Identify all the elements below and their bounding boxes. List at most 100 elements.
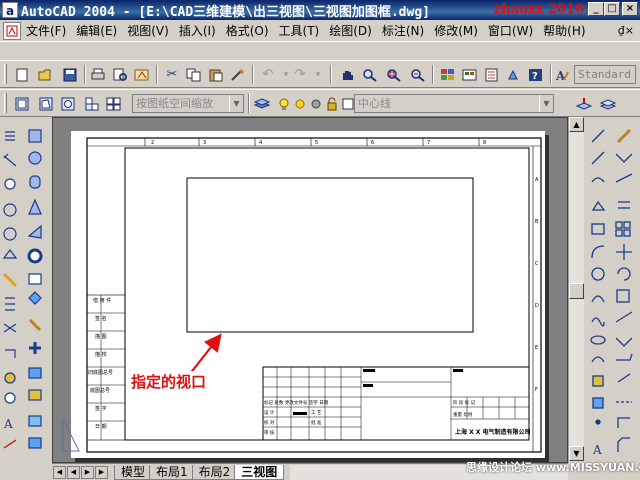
circle-icon <box>591 267 605 281</box>
properties-icon[interactable] <box>438 65 458 84</box>
pencil-icon <box>2 272 18 288</box>
setup-icon <box>28 389 42 401</box>
fillet-icon <box>617 417 630 428</box>
chevron-down-icon[interactable]: ▼ <box>539 95 553 112</box>
line-icon <box>591 129 605 143</box>
redo-icon[interactable]: ↷ <box>290 65 310 84</box>
snap-icon <box>4 178 16 190</box>
arc-icon <box>591 245 605 259</box>
menu-file[interactable]: 文件(F) <box>21 22 71 39</box>
menu-help[interactable]: 帮助(H) <box>538 22 590 39</box>
toolbar-grip[interactable] <box>4 93 7 113</box>
scroll-thumb[interactable] <box>569 283 584 299</box>
tab-layout1[interactable]: 布局1 <box>149 464 195 480</box>
target-icon <box>4 392 16 404</box>
maximize-button[interactable]: □ <box>604 2 620 16</box>
zoom-window-icon[interactable] <box>384 65 404 84</box>
markup-icon[interactable] <box>504 65 524 84</box>
redo-dropdown-icon[interactable]: ▾ <box>308 65 328 84</box>
menu-view[interactable]: 视图(V) <box>122 22 174 39</box>
first-tab-icon[interactable]: ◀ <box>53 465 66 479</box>
viewport-polygon-icon[interactable] <box>36 94 56 113</box>
ellipse-arc-icon <box>591 356 605 363</box>
tool-palettes-icon[interactable] <box>482 65 502 84</box>
toolbar-separator <box>252 65 254 84</box>
standard-toolbar: ✂ ↶ ▾ ↷ ▾ ? A Standard <box>0 60 640 88</box>
print-icon[interactable] <box>88 65 108 84</box>
autocad-app-icon[interactable]: a <box>2 2 18 18</box>
menu-tools[interactable]: 工具(T) <box>274 22 325 39</box>
chevron-down-icon[interactable]: ▼ <box>229 95 243 112</box>
next-tab-icon[interactable]: ▶ <box>81 465 94 479</box>
circle-tool-icon <box>3 203 17 217</box>
viewport-clip-icon[interactable] <box>82 94 102 113</box>
prev-tab-icon[interactable]: ◀ <box>67 465 80 479</box>
drawing-area[interactable]: 2 3 4 5 6 7 8 A B C D E F 借 用 件 签 名 描 图 … <box>52 117 568 463</box>
vertical-scrollbar[interactable]: ▲ ▼ <box>568 117 584 463</box>
layer-manager-icon[interactable] <box>252 94 272 113</box>
paste-icon[interactable] <box>206 65 226 84</box>
extrude-icon <box>28 273 42 285</box>
annotation-overlay <box>188 333 222 376</box>
menu-modify[interactable]: 修改(M) <box>429 22 483 39</box>
circle-tool-icon <box>3 227 17 241</box>
minimize-button[interactable]: _ <box>588 2 604 16</box>
last-tab-icon[interactable]: ▶ <box>95 465 108 479</box>
new-file-icon[interactable] <box>12 65 32 84</box>
publish-icon[interactable] <box>132 65 152 84</box>
title-bar: a AutoCAD 2004 - [E:\CAD三维建模\出三视图\三视图加图框… <box>0 0 640 20</box>
toolbar-separator <box>330 65 332 84</box>
text-style-icon[interactable]: A <box>552 65 572 84</box>
layer-previous-icon[interactable] <box>598 94 618 113</box>
torus-solid-icon <box>27 248 43 264</box>
menu-edit[interactable]: 编辑(E) <box>71 22 122 39</box>
help-icon[interactable]: ? <box>526 65 546 84</box>
save-icon[interactable] <box>60 65 80 84</box>
tab-model[interactable]: 模型 <box>114 464 153 480</box>
pan-realtime-icon[interactable] <box>338 65 358 84</box>
view-icon <box>28 415 42 427</box>
viewport-convert-icon[interactable] <box>58 94 78 113</box>
menu-insert[interactable]: 插入(I) <box>174 22 221 39</box>
annotation-label: 指定的视口 <box>131 371 207 392</box>
menu-format[interactable]: 格式(O) <box>221 22 274 39</box>
extend-tool-icon <box>616 353 633 361</box>
ucs-icon <box>62 418 80 452</box>
document-restore-controls[interactable]: ₫× <box>618 24 634 37</box>
menu-draw[interactable]: 绘图(D) <box>324 22 377 39</box>
current-layer-value: 中心线 <box>358 97 391 110</box>
menu-window[interactable]: 窗口(W) <box>483 22 538 39</box>
menu-bar: 文件(F) 编辑(E) 视图(V) 插入(I) 格式(O) 工具(T) 绘图(D… <box>0 20 640 42</box>
scroll-up-icon[interactable]: ▲ <box>569 117 584 132</box>
print-preview-icon[interactable] <box>110 65 130 84</box>
document-icon[interactable] <box>3 21 21 40</box>
design-center-icon[interactable] <box>460 65 480 84</box>
close-button[interactable]: × <box>622 2 638 16</box>
open-folder-icon[interactable] <box>36 65 56 84</box>
toolbar-separator <box>248 94 250 113</box>
viewport-single-icon[interactable] <box>12 94 32 113</box>
viewport-dialog-icon[interactable] <box>104 94 124 113</box>
layer-combo[interactable]: 中心线 ▼ <box>354 94 554 113</box>
toolbar-grip[interactable] <box>4 64 7 84</box>
cut-icon[interactable]: ✂ <box>162 65 182 84</box>
undo-icon[interactable]: ↶ <box>258 65 278 84</box>
slice-icon <box>28 318 42 332</box>
copy-icon[interactable] <box>184 65 204 84</box>
zoom-previous-icon[interactable] <box>408 65 428 84</box>
tab-three-views[interactable]: 三视图 <box>234 464 285 480</box>
zoom-realtime-icon[interactable] <box>360 65 380 84</box>
spline-icon <box>591 317 605 327</box>
make-object-layer-current-icon[interactable] <box>574 94 594 113</box>
tab-layout2[interactable]: 布局2 <box>191 464 238 480</box>
viewport-scale-combo[interactable]: 按图纸空间缩放 ▼ <box>132 94 244 113</box>
match-properties-icon[interactable] <box>228 65 248 84</box>
paint-icon <box>4 372 16 384</box>
text-style-combo[interactable]: Standard <box>574 65 636 84</box>
left-toolbars: A <box>0 118 48 462</box>
offset-icon <box>618 201 630 209</box>
svg-text:?: ? <box>532 71 538 82</box>
menu-dimension[interactable]: 标注(N) <box>377 22 429 39</box>
stretch-icon <box>615 311 633 323</box>
erase-icon <box>616 128 632 144</box>
